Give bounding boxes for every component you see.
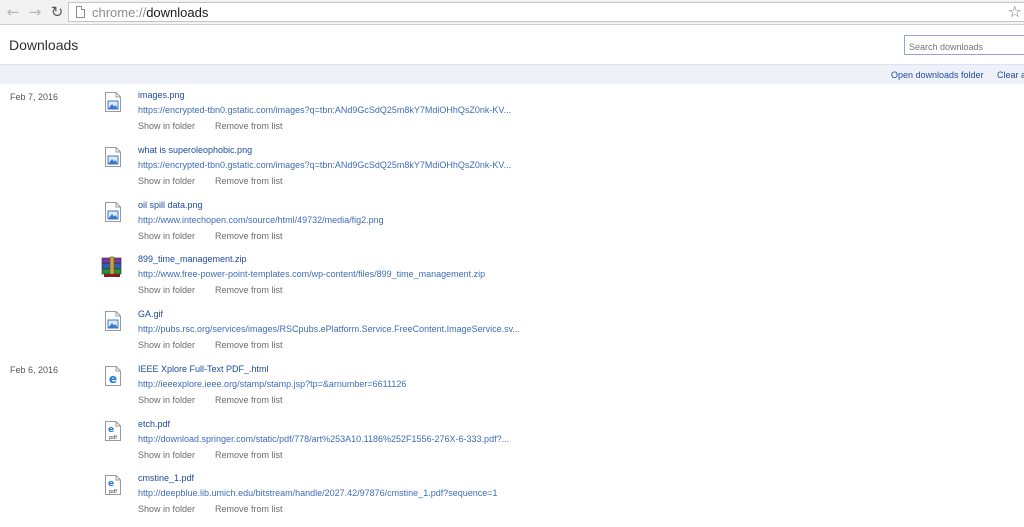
show-in-folder-link[interactable]: Show in folder [138,285,195,295]
svg-text:e: e [108,479,114,489]
search-input[interactable] [904,35,1024,55]
remove-from-list-link[interactable]: Remove from list [215,450,283,460]
arrow-left-icon[interactable]: ← [5,4,21,20]
download-item: e IEEE Xplore Full-Text PDF_.html http:/… [0,364,1024,418]
download-item: images.png https://encrypted-tbn0.gstati… [0,90,1024,144]
download-item: 899_time_management.zip http://www.free-… [0,254,1024,308]
remove-from-list-link[interactable]: Remove from list [215,285,283,295]
source-url-link[interactable]: http://download.springer.com/static/pdf/… [138,434,509,444]
show-in-folder-link[interactable]: Show in folder [138,231,195,241]
ie-html-file-icon: e [105,366,121,386]
download-item: GA.gif http://pubs.rsc.org/services/imag… [0,309,1024,363]
file-name-link[interactable]: oil spill data.png [138,200,203,210]
file-name-link[interactable]: cmstine_1.pdf [138,473,194,483]
action-bar: Open downloads folder Clear a [0,64,1024,84]
svg-text:pdf: pdf [109,435,117,441]
svg-text:e: e [108,425,114,435]
remove-from-list-link[interactable]: Remove from list [215,504,283,514]
page-icon [76,6,85,18]
arrow-right-icon[interactable]: → [27,4,43,20]
remove-from-list-link[interactable]: Remove from list [215,395,283,405]
source-url-link[interactable]: https://encrypted-tbn0.gstatic.com/image… [138,160,511,170]
remove-from-list-link[interactable]: Remove from list [215,340,283,350]
star-icon[interactable]: ☆ [1008,2,1022,21]
pdf-file-icon: e pdf [105,475,121,495]
svg-text:pdf: pdf [109,489,117,495]
source-url-link[interactable]: http://pubs.rsc.org/services/images/RSCp… [138,324,520,334]
show-in-folder-link[interactable]: Show in folder [138,176,195,186]
remove-from-list-link[interactable]: Remove from list [215,176,283,186]
download-item: e pdf cmstine_1.pdf http://deepblue.lib.… [0,473,1024,527]
browser-toolbar: ← → ↻ chrome://downloads ☆ [0,0,1024,25]
show-in-folder-link[interactable]: Show in folder [138,121,195,131]
show-in-folder-link[interactable]: Show in folder [138,340,195,350]
image-file-icon [105,147,121,167]
image-file-icon [105,202,121,222]
clear-all-link[interactable]: Clear a [997,70,1024,80]
source-url-link[interactable]: http://www.intechopen.com/source/html/49… [138,215,384,225]
winrar-archive-icon [101,256,122,277]
file-name-link[interactable]: IEEE Xplore Full-Text PDF_.html [138,364,269,374]
remove-from-list-link[interactable]: Remove from list [215,121,283,131]
image-file-icon [105,311,121,331]
reload-icon[interactable]: ↻ [49,4,65,20]
source-url-link[interactable]: http://ieeexplore.ieee.org/stamp/stamp.j… [138,379,406,389]
file-name-link[interactable]: what is superoleophobic.png [138,145,252,155]
source-url-link[interactable]: https://encrypted-tbn0.gstatic.com/image… [138,105,511,115]
file-name-link[interactable]: 899_time_management.zip [138,254,247,264]
open-downloads-folder-link[interactable]: Open downloads folder [891,70,984,80]
url-host: downloads [146,5,209,20]
download-item: what is superoleophobic.png https://encr… [0,145,1024,199]
address-bar[interactable]: chrome://downloads ☆ [68,2,1024,22]
file-name-link[interactable]: GA.gif [138,309,163,319]
source-url-link[interactable]: http://www.free-power-point-templates.co… [138,269,485,279]
page-title: Downloads [9,37,79,53]
show-in-folder-link[interactable]: Show in folder [138,504,195,514]
url-scheme: chrome:// [92,5,147,20]
show-in-folder-link[interactable]: Show in folder [138,450,195,460]
remove-from-list-link[interactable]: Remove from list [215,231,283,241]
source-url-link[interactable]: http://deepblue.lib.umich.edu/bitstream/… [138,488,498,498]
show-in-folder-link[interactable]: Show in folder [138,395,195,405]
pdf-file-icon: e pdf [105,421,121,441]
file-name-link[interactable]: etch.pdf [138,419,170,429]
svg-text:e: e [109,372,117,386]
download-item: e pdf etch.pdf http://download.springer.… [0,419,1024,473]
download-item: oil spill data.png http://www.intechopen… [0,200,1024,254]
image-file-icon [105,92,121,112]
file-name-link[interactable]: images.png [138,90,185,100]
url-text: chrome://downloads [92,4,208,21]
